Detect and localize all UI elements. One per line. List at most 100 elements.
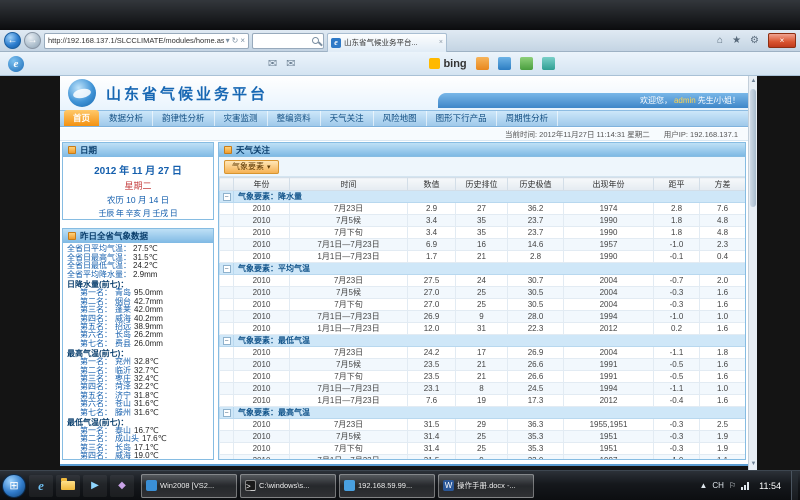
data-cell: 2004 [564, 287, 654, 299]
command-bar-icon-3[interactable] [520, 57, 533, 70]
data-row[interactable]: 20107月下旬31.42535.31951-0.31.9 [220, 443, 746, 455]
window-close-button[interactable]: × [768, 33, 796, 48]
ie-taskbar-icon[interactable]: e [29, 475, 53, 497]
data-row[interactable]: 20107月1日—7月23日31.5933.01997-1.01.1 [220, 455, 746, 461]
nav-item-5[interactable]: 整编资料 [268, 111, 321, 126]
data-row[interactable]: 20107月下旬3.43523.719901.84.8 [220, 227, 746, 239]
collapse-icon[interactable]: − [223, 193, 231, 201]
forward-button[interactable]: → [24, 32, 41, 49]
network-icon[interactable] [741, 482, 749, 490]
data-cell: 7月23日 [290, 419, 408, 431]
home-icon[interactable]: ⌂ [714, 35, 726, 46]
scroll-up-icon[interactable]: ▲ [749, 76, 758, 87]
nav-item-6[interactable]: 天气关注 [321, 111, 374, 126]
data-row[interactable]: 20107月下旬23.52126.61991-0.51.6 [220, 371, 746, 383]
data-row[interactable]: 20107月23日2.92736.219742.87.6 [220, 203, 746, 215]
tab-close-icon[interactable]: × [439, 39, 443, 46]
data-cell: 4.8 [700, 215, 746, 227]
data-row[interactable]: 20107月5候3.43523.719901.84.8 [220, 215, 746, 227]
data-cell: 30.5 [508, 287, 564, 299]
element-filter-button[interactable]: 气象要素 ▾ [224, 160, 279, 174]
collapse-icon[interactable]: − [223, 409, 231, 417]
language-indicator[interactable]: CH [712, 481, 724, 490]
data-row[interactable]: 20107月23日27.52430.72004-0.72.0 [220, 275, 746, 287]
start-button[interactable]: ⊞ [2, 474, 26, 498]
back-button[interactable]: ← [4, 32, 21, 49]
address-bar[interactable]: http://192.168.137.1/SLCCLIMATE/modules/… [44, 33, 249, 49]
data-cell: 1.6 [700, 323, 746, 335]
taskbar-window-1[interactable]: Win2008 [VS2... [141, 474, 237, 498]
group-row[interactable]: −气象要素：降水量 [220, 191, 746, 203]
show-desktop-button[interactable] [791, 471, 798, 500]
site-logo-icon [68, 79, 96, 107]
scrollbar-thumb[interactable] [750, 89, 756, 207]
data-cell: 0.2 [654, 323, 700, 335]
taskbar-window-label: Win2008 [VS2... [160, 481, 214, 490]
data-row[interactable]: 20101月1日—7月23日12.03122.320120.21.6 [220, 323, 746, 335]
current-time: 当前时间: 2012年11月27日 11:14:31 星期二 [505, 129, 650, 140]
data-row[interactable]: 20107月23日24.21726.92004-1.11.8 [220, 347, 746, 359]
media-player-icon[interactable]: ▶ [83, 475, 107, 497]
data-cell: 0.4 [700, 251, 746, 263]
data-row[interactable]: 20107月1日—7月23日26.9928.01994-1.01.0 [220, 311, 746, 323]
data-row[interactable]: 20107月23日31.52936.31955,1951-0.32.5 [220, 419, 746, 431]
action-center-icon[interactable]: ⚐ [729, 481, 736, 490]
mail-icon[interactable]: ✉ [268, 57, 277, 70]
browser-tab[interactable]: e 山东省气候业务平台... × [327, 33, 447, 52]
nav-item-9[interactable]: 周期性分析 [497, 111, 559, 126]
mail2-icon[interactable]: ✉ [286, 57, 295, 70]
data-cell: 3.4 [408, 215, 456, 227]
data-cell: 1.6 [700, 287, 746, 299]
scroll-down-icon[interactable]: ▼ [749, 459, 758, 470]
data-cell: 1月1日—7月23日 [290, 251, 408, 263]
data-cell: 2.9 [408, 203, 456, 215]
taskbar-window-2[interactable]: >_C:\windows\s... [240, 474, 336, 498]
nav-item-4[interactable]: 灾害监测 [215, 111, 268, 126]
data-row[interactable]: 20101月1日—7月23日7.61917.32012-0.41.6 [220, 395, 746, 407]
command-bar-icon-1[interactable] [476, 57, 489, 70]
command-bar-icon-2[interactable] [498, 57, 511, 70]
taskbar-clock[interactable]: 11:54 [754, 481, 786, 491]
data-row[interactable]: 20107月5候23.52126.61991-0.51.6 [220, 359, 746, 371]
nav-item-1[interactable]: 首页 [64, 110, 99, 126]
user-ip: 用户IP: 192.168.137.1 [664, 129, 738, 140]
group-row[interactable]: −气象要素：最高气温 [220, 407, 746, 419]
taskbar-window-3[interactable]: 192.168.59.99... [339, 474, 435, 498]
data-row[interactable]: 20107月5候31.42535.31951-0.31.9 [220, 431, 746, 443]
bing-logo[interactable]: bing [429, 58, 466, 70]
nav-item-8[interactable]: 图形下行产品 [427, 111, 497, 126]
data-row[interactable]: 20107月1日—7月23日6.91614.61957-1.02.3 [220, 239, 746, 251]
data-cell: 7月23日 [290, 347, 408, 359]
taskbar-window-4[interactable]: W操作手册.docx -... [438, 474, 534, 498]
refresh-icon[interactable]: ↻ [232, 36, 239, 45]
data-cell: 30.7 [508, 275, 564, 287]
page-scrollbar[interactable]: ▲ ▼ [748, 76, 757, 470]
weather-data-panel: 昨日全省气象数据 全省日平均气温：27.5℃全省日最高气温：31.5℃全省日最低… [62, 228, 214, 460]
command-bar-icon-4[interactable] [542, 57, 555, 70]
address-dropdown-icon[interactable]: ▾ [226, 36, 230, 45]
data-row[interactable]: 20107月下旬27.02530.52004-0.31.6 [220, 299, 746, 311]
nav-item-3[interactable]: 韵律性分析 [153, 111, 215, 126]
settings-icon[interactable]: ⚙ [747, 35, 762, 46]
data-cell: 1.6 [700, 371, 746, 383]
data-row[interactable]: 20107月1日—7月23日23.1824.51994-1.11.0 [220, 383, 746, 395]
search-input[interactable] [252, 33, 324, 49]
group-row[interactable]: −气象要素：最低气温 [220, 335, 746, 347]
nav-item-7[interactable]: 风险地图 [374, 111, 427, 126]
data-cell: 35.3 [508, 431, 564, 443]
data-row[interactable]: 20107月5候27.02530.52004-0.31.6 [220, 287, 746, 299]
image-viewer-icon[interactable]: ◆ [110, 475, 134, 497]
search-icon [312, 37, 319, 44]
collapse-icon[interactable]: − [223, 265, 231, 273]
nav-item-2[interactable]: 数据分析 [100, 111, 153, 126]
explorer-icon[interactable] [56, 475, 80, 497]
group-row[interactable]: −气象要素：平均气温 [220, 263, 746, 275]
collapse-icon[interactable]: − [223, 337, 231, 345]
data-cell: 7月1日—7月23日 [290, 383, 408, 395]
data-row[interactable]: 20101月1日—7月23日1.7212.81990-0.10.4 [220, 251, 746, 263]
data-cell: 26.9 [408, 311, 456, 323]
stop-icon[interactable]: × [240, 36, 245, 45]
favorites-icon[interactable]: ★ [729, 35, 744, 46]
data-cell: 17 [456, 347, 508, 359]
tray-expand-icon[interactable]: ▲ [699, 481, 707, 490]
